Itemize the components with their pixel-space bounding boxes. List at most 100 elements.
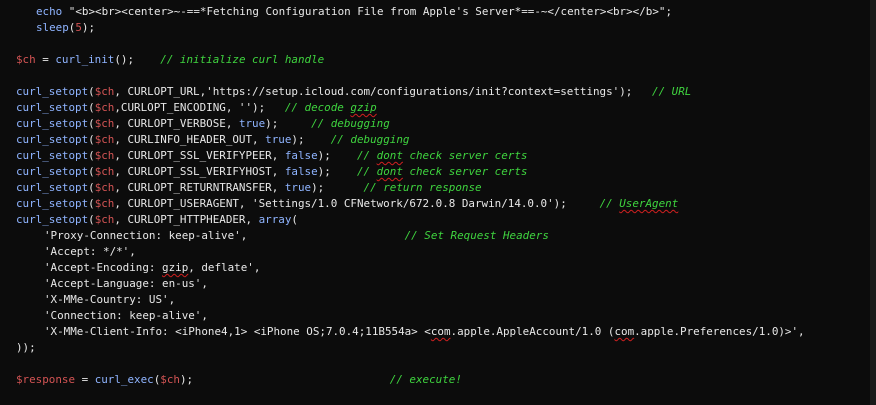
code-token-comment: // decode: [284, 101, 351, 114]
code-line[interactable]: curl_setopt ( $ch, CURLOPT_HTTPHEADER, arr…: [16, 212, 876, 228]
code-token-var: $ch: [94, 165, 115, 178]
code-token-default: );: [291, 133, 331, 146]
code-token-var: $ch: [94, 101, 115, 114]
code-line[interactable]: 'Accept: */*',: [16, 244, 876, 260]
code-token-keyword: true: [265, 133, 292, 146]
code-token-func: curl_setopt: [16, 101, 89, 114]
code-token-var: $ch: [94, 197, 115, 210]
code-token-func: curl_setopt: [16, 165, 89, 178]
code-token-string: 'Connection: keep-alive',: [44, 309, 208, 322]
code-token-comment: //: [356, 165, 377, 178]
code-token-comment: dont: [376, 149, 403, 162]
code-token-comment: // return response: [363, 181, 482, 194]
code-token-var: $ch: [160, 373, 180, 386]
code-token-string: 'Accept-Encoding:: [44, 261, 163, 274]
code-line[interactable]: curl_setopt($ch, CURLOPT_RETURNTRANSFER,…: [16, 180, 876, 196]
code-token-default: ,CURLOPT_ENCODING, '');: [114, 101, 285, 114]
code-token-string: 'Accept: */*',: [44, 245, 136, 258]
code-token-comment: check server certs: [402, 149, 528, 162]
code-line[interactable]: curl_setopt($ch, CURLOPT_URL,'https://se…: [16, 84, 876, 100]
code-token-default: , CURLOPT_VERBOSE,: [114, 117, 239, 130]
code-token-func: curl_setopt: [16, 213, 89, 226]
code-token-default: );: [311, 181, 364, 194]
code-token-string: .apple.AppleAccount/1.0 (: [450, 325, 615, 338]
code-token-var: $ch: [94, 181, 115, 194]
code-editor[interactable]: echo "<b><br><center>~-==*Fetching Confi…: [0, 0, 876, 405]
code-token-default: );: [81, 21, 96, 34]
code-token-comment: UserAgent: [619, 197, 679, 210]
code-line[interactable]: echo "<b><br><center>~-==*Fetching Confi…: [16, 4, 876, 20]
code-token-string: 'X-MMe-Country: US',: [44, 293, 176, 306]
code-token-string: com: [430, 325, 451, 338]
code-token-comment: dont: [376, 165, 403, 178]
code-token-default: , CURLOPT_URL,'https://setup.icloud.com/…: [114, 85, 653, 98]
code-token-var: $ch: [16, 53, 36, 66]
code-token-default: ));: [16, 341, 36, 354]
code-line[interactable]: curl_setopt($ch, CURLOPT_USERAGENT, 'Set…: [16, 196, 876, 212]
code-token-default: , CURLOPT_USERAGENT, 'Settings/1.0 CFNet…: [114, 197, 600, 210]
code-token-string: "<b><br><center>~-==*Fetching Configurat…: [62, 5, 673, 18]
code-token-string: com: [614, 325, 635, 338]
code-line[interactable]: sleep(5);: [16, 20, 876, 36]
code-token-func: curl_setopt: [16, 181, 89, 194]
code-line[interactable]: curl_setopt($ch, CURLOPT_VERBOSE, true);…: [16, 116, 876, 132]
code-token-var: $ch: [94, 85, 115, 98]
code-token-default: , CURLOPT_SSL_VERIFYHOST,: [114, 165, 285, 178]
code-line[interactable]: $ch = curl_init(); // initialize curl ha…: [16, 52, 876, 68]
code-token-default: , CURLOPT_RETURNTRANSFER,: [114, 181, 285, 194]
code-token-keyword: false: [284, 165, 318, 178]
code-token-string: 'Proxy-Connection: keep-alive',: [44, 229, 405, 242]
code-token-default: );: [317, 165, 357, 178]
code-token-default: (: [291, 213, 298, 226]
code-token-func: curl_init: [55, 53, 115, 66]
code-line[interactable]: 'X-MMe-Country: US',: [16, 292, 876, 308]
code-token-string: 'X-MMe-Client-Info: <iPhone4,1> <iPhone …: [44, 325, 431, 338]
code-token-func: curl_setopt: [16, 149, 89, 162]
code-token-var: $ch: [94, 117, 115, 130]
code-token-string: 'Accept-Language: en-us',: [44, 277, 208, 290]
code-line[interactable]: curl_setopt($ch, CURLOPT_SSL_VERIFYPEER,…: [16, 148, 876, 164]
code-token-default: , CURLOPT_SSL_VERIFYPEER,: [114, 149, 285, 162]
code-token-var: $ch: [94, 149, 115, 162]
code-line[interactable]: ));: [16, 340, 876, 356]
code-token-default: =: [35, 53, 56, 66]
code-token-keyword: array: [258, 213, 292, 226]
code-token-keyword: false: [284, 149, 318, 162]
code-token-func: sleep: [36, 21, 69, 34]
code-token-default: ();: [114, 53, 161, 66]
code-token-string: .apple.Preferences/1.0)>',: [634, 325, 805, 338]
code-token-string: , deflate',: [188, 261, 261, 274]
code-line[interactable]: curl_setopt($ch, CURLOPT_SSL_VERIFYHOST,…: [16, 164, 876, 180]
code-token-default: , CURLOPT_HTTPHEADER,: [114, 213, 259, 226]
code-line[interactable]: 'Accept-Encoding: gzip, deflate',: [16, 260, 876, 276]
code-token-var: $ch: [94, 213, 115, 226]
code-line[interactable]: 'Accept-Language: en-us',: [16, 276, 876, 292]
vertical-scrollbar[interactable]: [870, 0, 876, 405]
code-token-func: curl_setopt: [16, 197, 89, 210]
code-line[interactable]: $response = curl_exec($ch); // execute!: [16, 372, 876, 388]
code-line[interactable]: curl_setopt($ch,CURLOPT_ENCODING, ''); /…: [16, 100, 876, 116]
code-line[interactable]: ​: [16, 68, 876, 84]
code-token-comment: check server certs: [402, 165, 528, 178]
code-token-func: curl_exec: [94, 373, 154, 386]
code-token-keyword: true: [238, 117, 266, 130]
code-token-comment: // debugging: [330, 133, 410, 146]
code-token-func: echo: [36, 5, 63, 18]
code-token-comment: gzip: [350, 101, 377, 114]
code-token-var: $response: [16, 373, 76, 386]
code-token-default: , CURLINFO_HEADER_OUT,: [114, 133, 266, 146]
code-token-func: curl_setopt: [16, 117, 89, 130]
code-line[interactable]: 'Proxy-Connection: keep-alive', // Set R…: [16, 228, 876, 244]
code-token-keyword: true: [284, 181, 312, 194]
code-line[interactable]: ​: [16, 356, 876, 372]
code-token-func: curl_setopt: [16, 133, 89, 146]
code-line[interactable]: 'Connection: keep-alive',: [16, 308, 876, 324]
code-line[interactable]: curl_setopt($ch, CURLINFO_HEADER_OUT, tr…: [16, 132, 876, 148]
code-token-func: curl_setopt: [16, 85, 89, 98]
code-token-default: );: [317, 149, 357, 162]
code-token-comment: // Set Request Headers: [404, 229, 549, 242]
code-line[interactable]: ​: [16, 36, 876, 52]
code-token-comment: //: [356, 149, 377, 162]
code-area[interactable]: echo "<b><br><center>~-==*Fetching Confi…: [0, 4, 876, 388]
code-line[interactable]: 'X-MMe-Client-Info: <iPhone4,1> <iPhone …: [16, 324, 876, 340]
